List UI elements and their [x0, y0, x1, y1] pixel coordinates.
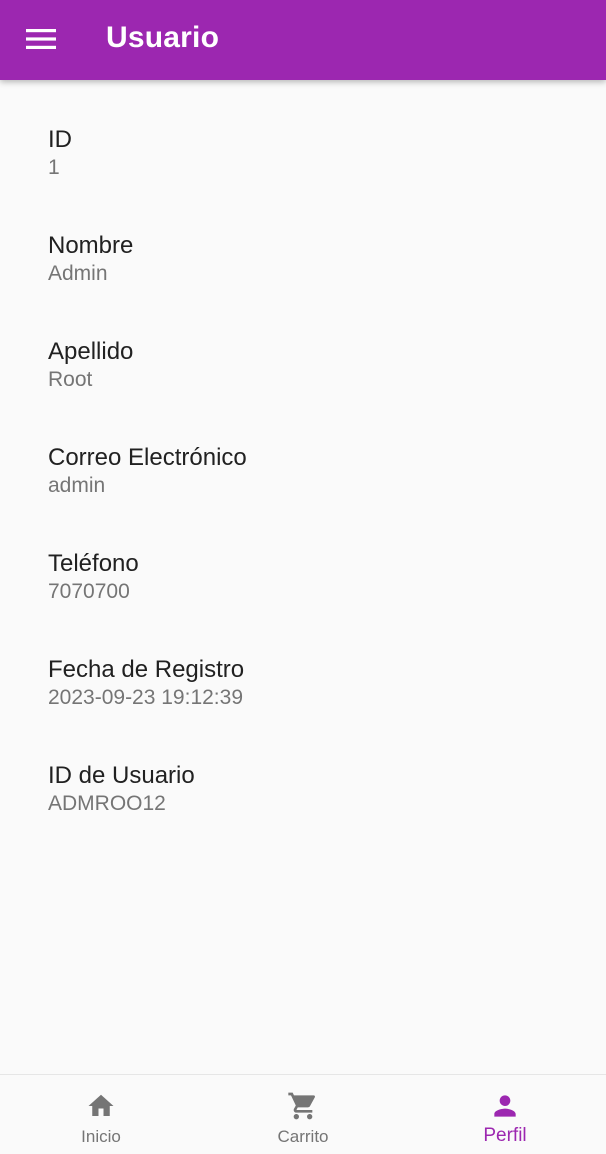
field-value: ADMROO12	[48, 792, 166, 815]
home-icon	[84, 1089, 118, 1123]
field-value: 7070700	[48, 580, 130, 603]
field-label: Nombre	[48, 232, 134, 259]
field-value: 2023-09-23 19:12:39	[48, 686, 243, 709]
profile-details: ID 1 Nombre Admin Apellido Root Correo E…	[0, 80, 606, 1074]
field-value: 1	[48, 156, 60, 179]
menu-button[interactable]	[14, 14, 68, 64]
field-apellido: Apellido Root	[48, 336, 568, 394]
cart-icon	[286, 1089, 320, 1123]
field-correo: Correo Electrónico admin	[48, 442, 568, 500]
nav-item-inicio[interactable]: Inicio	[0, 1075, 202, 1154]
field-id-usuario: ID de Usuario ADMROO12	[48, 760, 568, 818]
bottom-navigation: Inicio Carrito Perfil	[0, 1074, 606, 1154]
nav-item-carrito[interactable]: Carrito	[202, 1075, 404, 1154]
field-label: Fecha de Registro	[48, 656, 245, 683]
nav-item-perfil[interactable]: Perfil	[404, 1075, 606, 1154]
field-value: Admin	[48, 262, 108, 285]
field-label: Correo Electrónico	[48, 444, 247, 471]
field-label: ID	[48, 126, 72, 153]
field-nombre: Nombre Admin	[48, 230, 568, 288]
person-icon	[488, 1089, 522, 1123]
nav-label: Inicio	[81, 1127, 121, 1146]
field-fecha-registro: Fecha de Registro 2023-09-23 19:12:39	[48, 654, 568, 712]
app-bar: Usuario	[0, 0, 606, 80]
field-telefono: Teléfono 7070700	[48, 548, 568, 606]
field-label: ID de Usuario	[48, 762, 195, 789]
field-id: ID 1	[48, 124, 568, 182]
page-title: Usuario	[106, 21, 220, 54]
field-value: Root	[48, 368, 93, 391]
field-label: Apellido	[48, 338, 134, 365]
field-label: Teléfono	[48, 550, 139, 577]
field-value: admin	[48, 474, 106, 497]
menu-icon	[26, 28, 56, 50]
nav-label: Carrito	[277, 1127, 329, 1146]
nav-label: Perfil	[483, 1125, 527, 1146]
